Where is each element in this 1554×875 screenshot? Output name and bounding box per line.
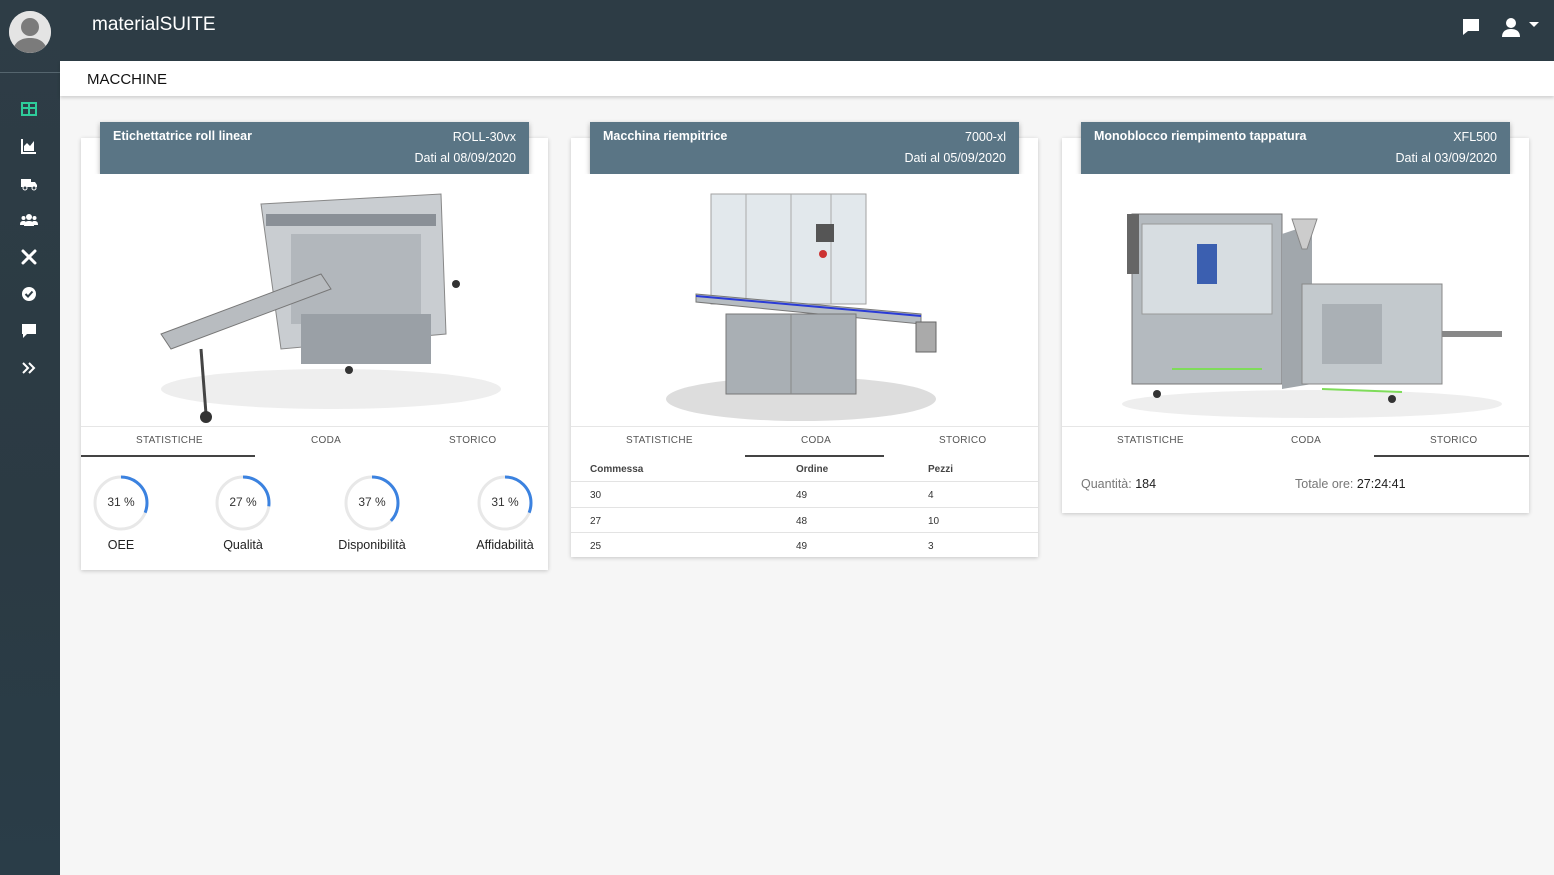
cell-pezzi: 4 — [928, 490, 934, 501]
hours-label: Totale ore: — [1295, 477, 1354, 491]
gauge-label: Affidabilità — [476, 538, 534, 552]
cell-ordine: 49 — [796, 541, 808, 552]
expand-icon[interactable] — [20, 359, 38, 377]
machine-image — [81, 174, 548, 426]
tab-coda[interactable]: CODA — [801, 435, 831, 446]
machine-card: Macchina riempitrice 7000-xl Dati al 05/… — [571, 122, 1038, 558]
gauge-value: 37 % — [358, 495, 386, 509]
chat-icon[interactable] — [1460, 16, 1482, 38]
tab-storico[interactable]: STORICO — [939, 435, 986, 446]
machine-code: ROLL-30vx — [452, 130, 516, 144]
machine-card: Monoblocco riempimento tappatura XFL500 … — [1062, 122, 1529, 513]
machine-card: Etichettatrice roll linear ROLL-30vx Dat… — [81, 122, 548, 570]
cell-ordine: 48 — [796, 516, 808, 527]
machine-name: Monoblocco riempimento tappatura — [1094, 129, 1307, 143]
cell-commessa: 25 — [590, 541, 602, 552]
quantity-value: 184 — [1135, 477, 1157, 491]
cell-commessa: 30 — [590, 490, 602, 501]
data-date: Dati al 08/09/2020 — [414, 151, 516, 165]
data-date: Dati al 05/09/2020 — [904, 151, 1006, 165]
gauge-label: OEE — [107, 538, 135, 552]
machine-code: 7000-xl — [965, 130, 1006, 144]
app-title: materialSUITE — [92, 14, 216, 35]
card-tabs: STATISTICHE CODA STORICO — [1062, 426, 1529, 457]
table-row[interactable]: 27 48 10 — [571, 507, 1038, 533]
machine-image — [571, 174, 1038, 426]
gauge-value: 31 % — [491, 495, 519, 509]
gauge-label: Disponibilità — [338, 538, 406, 552]
machine-code: XFL500 — [1453, 130, 1497, 144]
tab-storico[interactable]: STORICO — [1430, 435, 1477, 446]
active-tab-indicator — [81, 455, 255, 457]
machine-name: Macchina riempitrice — [603, 129, 728, 143]
users-icon[interactable] — [20, 211, 38, 229]
truck-icon[interactable] — [20, 174, 38, 192]
avatar[interactable] — [9, 11, 51, 53]
machine-image — [1062, 174, 1529, 426]
tab-coda[interactable]: CODA — [311, 435, 341, 446]
top-bar: materialSUITE — [0, 0, 1554, 61]
machine-name: Etichettatrice roll linear — [113, 129, 252, 143]
tab-statistiche[interactable]: STATISTICHE — [1117, 435, 1184, 446]
hours-value: 27:24:41 — [1356, 477, 1406, 491]
cell-pezzi: 3 — [928, 541, 934, 552]
gauge-label: Qualità — [223, 538, 263, 552]
cell-commessa: 27 — [590, 516, 602, 527]
column-header: Ordine — [796, 464, 829, 475]
card-header: Etichettatrice roll linear ROLL-30vx Dat… — [100, 122, 529, 174]
check-circle-icon[interactable] — [20, 285, 38, 303]
data-date: Dati al 03/09/2020 — [1395, 151, 1497, 165]
active-tab-indicator — [1374, 455, 1529, 457]
sidebar — [0, 0, 60, 875]
hours-info: Totale ore: 27:24:41 — [1295, 477, 1406, 491]
page-title: MACCHINE — [87, 71, 168, 88]
tab-coda[interactable]: CODA — [1291, 435, 1321, 446]
gauge-oee: 31 % OEE — [86, 474, 156, 552]
comment-icon[interactable] — [20, 322, 38, 340]
chart-icon[interactable] — [20, 137, 38, 155]
caret-down-icon[interactable] — [1527, 18, 1541, 32]
cell-ordine: 49 — [796, 490, 808, 501]
column-header: Pezzi — [928, 464, 954, 475]
table-row[interactable]: 25 49 3 — [571, 532, 1038, 558]
tab-statistiche[interactable]: STATISTICHE — [626, 435, 693, 446]
gauge-affidabilita: 31 % Affidabilità — [470, 474, 540, 552]
gauge-qualita: 27 % Qualità — [208, 474, 278, 552]
tab-storico[interactable]: STORICO — [449, 435, 496, 446]
dashboard-icon[interactable] — [20, 100, 38, 118]
cell-pezzi: 10 — [928, 516, 940, 527]
user-icon[interactable] — [1500, 16, 1522, 38]
page-header: MACCHINE — [60, 61, 1554, 96]
quantity-label: Quantità: — [1081, 477, 1132, 491]
sidebar-divider — [0, 72, 60, 73]
table-row[interactable]: 30 49 4 — [571, 481, 1038, 507]
column-header: Commessa — [590, 464, 644, 475]
tools-icon[interactable] — [20, 248, 38, 266]
gauge-value: 27 % — [229, 495, 257, 509]
quantity-info: Quantità: 184 — [1081, 477, 1156, 491]
gauge-disponibilita: 37 % Disponibilità — [337, 474, 407, 552]
card-tabs: STATISTICHE CODA STORICO — [81, 426, 548, 457]
active-tab-indicator — [745, 455, 884, 457]
gauge-value: 31 % — [107, 495, 135, 509]
card-tabs: STATISTICHE CODA STORICO — [571, 426, 1038, 457]
card-header: Monoblocco riempimento tappatura XFL500 … — [1081, 122, 1510, 174]
card-header: Macchina riempitrice 7000-xl Dati al 05/… — [590, 122, 1019, 174]
tab-statistiche[interactable]: STATISTICHE — [136, 435, 203, 446]
